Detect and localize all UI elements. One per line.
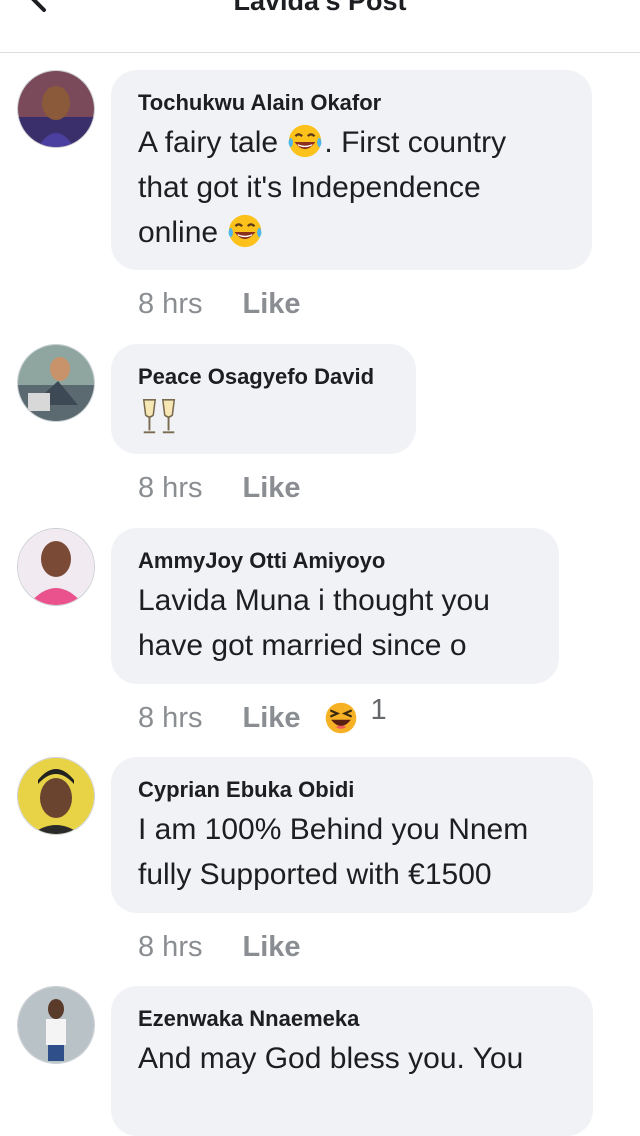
comment-bubble[interactable]: AmmyJoy Otti Amiyoyo Lavida Muna i thoug…	[111, 528, 559, 684]
tears-of-joy-emoji-icon	[289, 124, 322, 158]
comment-bubble[interactable]: Peace Osagyefo David	[111, 344, 416, 454]
avatar-photo	[18, 345, 94, 421]
avatar-photo	[18, 758, 94, 834]
comment-line: have got married since o	[138, 629, 467, 662]
comment-time: 8 hrs	[138, 471, 203, 504]
comment-text: And may God bless you. You	[138, 1036, 565, 1081]
avatar-photo	[18, 987, 94, 1063]
avatar-photo	[18, 71, 94, 147]
comment-bubble[interactable]: Ezenwaka Nnaemeka And may God bless you.…	[111, 986, 593, 1136]
haha-reaction-icon	[325, 702, 356, 734]
comment-bubble[interactable]: Tochukwu Alain Okafor A fairy tale . Fir…	[111, 70, 592, 270]
comment-meta: 8 hrs Like	[138, 468, 301, 508]
comment-time: 8 hrs	[138, 930, 203, 963]
top-bar: Lavida's Post	[0, 0, 640, 53]
avatar[interactable]	[17, 344, 95, 422]
comment-meta: 8 hrs Like	[138, 284, 301, 324]
comment-author[interactable]: Peace Osagyefo David	[138, 364, 388, 390]
comment-author[interactable]: Ezenwaka Nnaemeka	[138, 1006, 565, 1032]
comment-text: Lavida Muna i thought you have got marri…	[138, 578, 531, 668]
like-button[interactable]: Like	[242, 931, 300, 964]
comment-line: And may God bless you. You	[138, 1042, 524, 1075]
comment-text: A fairy tale . First country that got it…	[138, 120, 564, 255]
comment-line: A fairy tale	[138, 126, 279, 159]
avatar[interactable]	[17, 986, 95, 1064]
comment-time: 8 hrs	[138, 287, 203, 320]
comment-bubble[interactable]: Cyprian Ebuka Obidi I am 100% Behind you…	[111, 757, 593, 913]
comment-meta: 8 hrs Like	[138, 927, 301, 967]
reaction-summary[interactable]: 1	[323, 694, 387, 736]
avatar[interactable]	[17, 528, 95, 606]
like-button[interactable]: Like	[242, 472, 300, 505]
like-button[interactable]: Like	[242, 702, 300, 735]
comment-line: . First country	[324, 126, 507, 159]
clinking-glasses-emoji-icon	[142, 399, 176, 434]
comment-time: 8 hrs	[138, 701, 203, 734]
comment-line: Lavida Muna i thought you	[138, 584, 490, 617]
avatar[interactable]	[17, 757, 95, 835]
comment-line: online	[138, 216, 219, 249]
comment-line: I am 100% Behind you Nnem	[138, 813, 529, 846]
comment-author[interactable]: AmmyJoy Otti Amiyoyo	[138, 548, 531, 574]
tears-of-joy-emoji-icon	[229, 214, 262, 248]
comment-line: fully Supported with €1500	[138, 858, 492, 891]
avatar-photo	[18, 529, 94, 605]
comment-author[interactable]: Cyprian Ebuka Obidi	[138, 777, 565, 803]
like-button[interactable]: Like	[242, 288, 300, 321]
comment-line: that got it's Independence	[138, 171, 481, 204]
page-title: Lavida's Post	[233, 0, 407, 16]
comment-meta: 8 hrs Like 1	[138, 694, 387, 738]
comment-text: I am 100% Behind you Nnem fully Supporte…	[138, 807, 565, 897]
reaction-count: 1	[370, 693, 387, 726]
avatar[interactable]	[17, 70, 95, 148]
comment-author[interactable]: Tochukwu Alain Okafor	[138, 90, 564, 116]
